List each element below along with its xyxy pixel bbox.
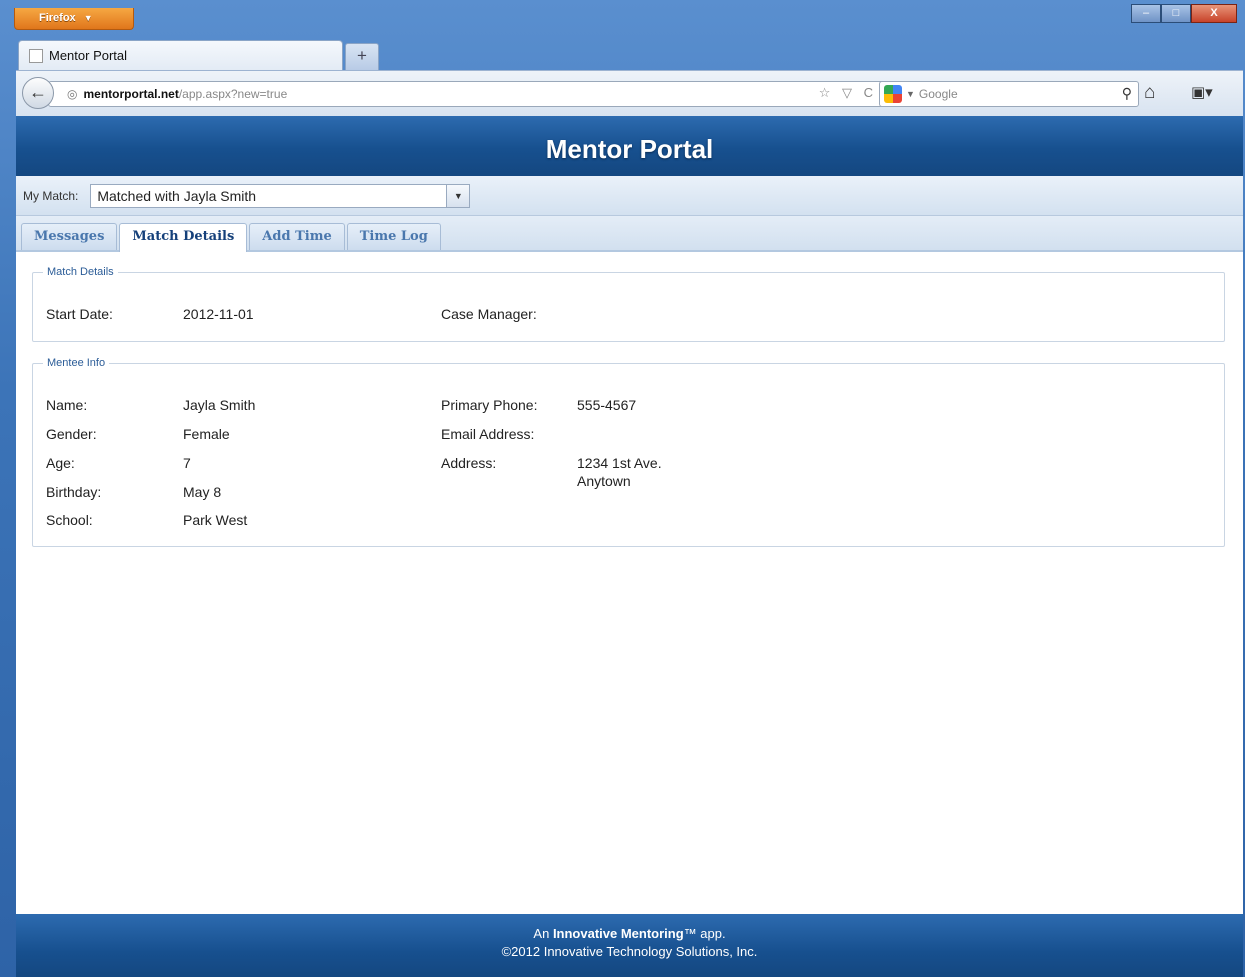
- chevron-down-icon[interactable]: ▼: [906, 89, 915, 99]
- gender-label: Gender:: [46, 426, 97, 442]
- app-tab-bar: Messages Match Details Add Time Time Log: [16, 216, 1243, 252]
- footer-line1: An Innovative Mentoring™ app.: [16, 925, 1243, 943]
- chevron-down-icon[interactable]: ▼: [446, 184, 470, 207]
- footer-suffix: ™ app.: [683, 926, 726, 941]
- browser-tab-title: Mentor Portal: [49, 48, 128, 63]
- tab-match-details[interactable]: Match Details: [119, 223, 248, 252]
- match-details-section: Match Details Start Date: 2012-11-01 Cas…: [32, 266, 1225, 342]
- start-date-label: Start Date:: [46, 306, 113, 322]
- google-icon[interactable]: [884, 85, 902, 103]
- mentee-info-section: Mentee Info Name: Jayla Smith Gender: Fe…: [32, 357, 1225, 547]
- match-bar: My Match: Matched with Jayla Smith ▼: [16, 176, 1243, 216]
- firefox-menu-label: Firefox: [39, 12, 76, 24]
- age-value: 7: [183, 455, 191, 471]
- name-label: Name:: [46, 397, 88, 413]
- gender-value: Female: [183, 426, 230, 442]
- search-input[interactable]: ▼ Google ⚲: [879, 81, 1139, 107]
- footer-copyright: ©2012 Innovative Technology Solutions, I…: [501, 944, 758, 959]
- match-details-legend: Match Details: [47, 266, 114, 278]
- primary-phone-label: Primary Phone:: [441, 397, 538, 413]
- mentee-info-legend: Mentee Info: [47, 357, 106, 369]
- footer-prefix: An: [533, 926, 550, 941]
- browser-tab-mentor-portal[interactable]: Mentor Portal: [18, 40, 343, 70]
- search-icon[interactable]: ⚲: [1122, 85, 1132, 102]
- url-path: /app.aspx?new=true: [178, 87, 288, 101]
- tab-time-log[interactable]: Time Log: [346, 223, 441, 250]
- home-icon[interactable]: ⌂: [1144, 82, 1155, 104]
- app-footer: An Innovative Mentoring™ app. ©2012 Inno…: [16, 914, 1243, 977]
- navigation-toolbar: ◎ mentorportal.net/app.aspx?new=true ☆ ▽…: [16, 70, 1243, 116]
- my-match-label: My Match:: [23, 188, 79, 203]
- address-line1: 1234 1st Ave.: [577, 455, 662, 471]
- case-manager-label: Case Manager:: [441, 306, 537, 322]
- birthday-value: May 8: [183, 484, 222, 500]
- primary-phone-value: 555-4567: [577, 397, 637, 413]
- start-date-value: 2012-11-01: [183, 306, 254, 322]
- firefox-menu-button[interactable]: Firefox ▼: [14, 8, 134, 30]
- globe-icon: ◎: [67, 87, 78, 101]
- tab-messages[interactable]: Messages: [21, 223, 118, 250]
- school-label: School:: [46, 512, 93, 528]
- web-page: Mentor Portal My Match: Matched with Jay…: [16, 116, 1243, 977]
- match-select-value: Matched with Jayla Smith: [97, 187, 257, 204]
- bookmark-reload-icons[interactable]: ☆ ▽ C: [819, 85, 877, 101]
- page-icon: [29, 48, 43, 63]
- toolbar-menu-icon[interactable]: ▣▾: [1191, 83, 1213, 101]
- name-value: Jayla Smith: [183, 397, 256, 413]
- app-header: Mentor Portal: [16, 116, 1243, 176]
- browser-window: Firefox ▼ – □ X Mentor Portal + ◎ mentorp…: [0, 0, 1245, 977]
- window-controls: – □ X: [1131, 4, 1237, 23]
- address-line2: Anytown: [577, 473, 631, 489]
- browser-tab-strip: Mentor Portal +: [18, 38, 379, 70]
- maximize-button[interactable]: □: [1161, 4, 1191, 23]
- app-title: Mentor Portal: [545, 134, 714, 164]
- match-select[interactable]: Matched with Jayla Smith ▼: [90, 183, 471, 208]
- tab-add-time[interactable]: Add Time: [249, 223, 345, 250]
- chevron-down-icon: ▼: [83, 13, 93, 23]
- new-tab-button[interactable]: +: [345, 43, 379, 70]
- close-button[interactable]: X: [1191, 4, 1237, 23]
- back-arrow-icon: ←: [29, 82, 47, 102]
- search-placeholder: Google: [918, 87, 958, 101]
- email-address-label: Email Address:: [441, 426, 535, 442]
- footer-brand: Innovative Mentoring: [552, 926, 684, 941]
- address-label: Address:: [441, 455, 497, 471]
- minimize-button[interactable]: –: [1131, 4, 1161, 23]
- school-value: Park West: [183, 512, 248, 528]
- age-label: Age:: [46, 455, 75, 471]
- url-domain: mentorportal.net: [83, 87, 179, 101]
- url-bar[interactable]: ◎ mentorportal.net/app.aspx?new=true ☆ ▽…: [48, 81, 884, 107]
- back-button[interactable]: ←: [22, 77, 54, 109]
- birthday-label: Birthday:: [46, 484, 102, 500]
